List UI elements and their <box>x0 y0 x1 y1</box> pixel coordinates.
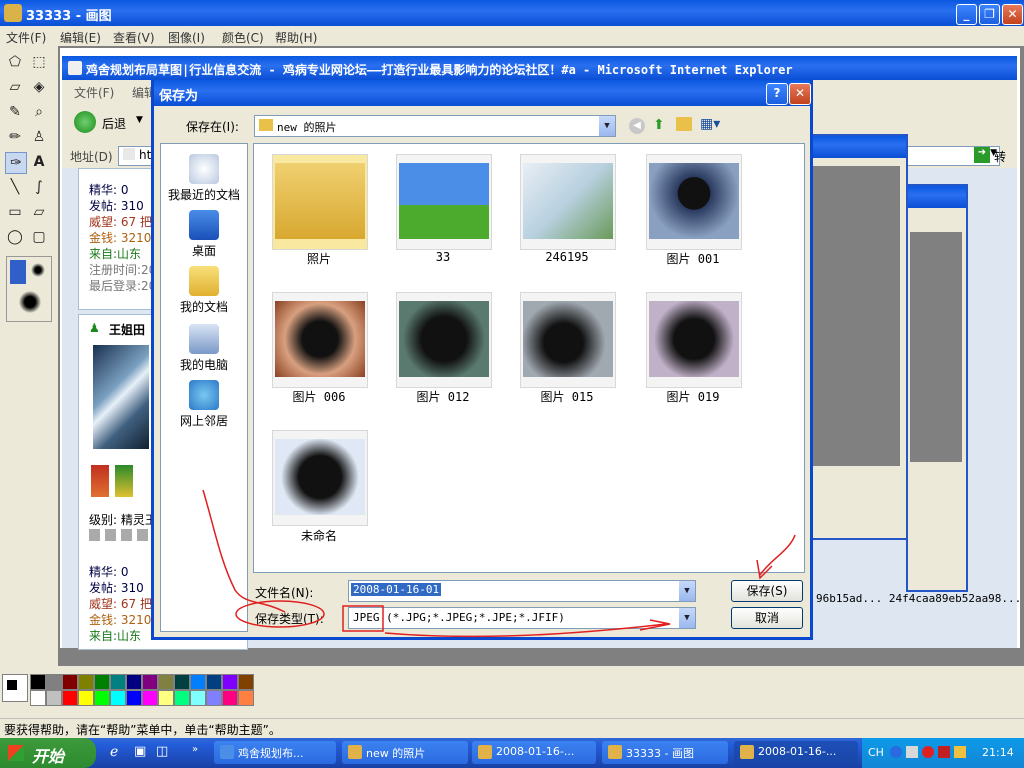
palette-swatch[interactable] <box>62 674 78 690</box>
palette-swatch[interactable] <box>78 690 94 706</box>
palette-swatch[interactable] <box>126 690 142 706</box>
palette-swatch[interactable] <box>206 674 222 690</box>
task-label: 33333 - 画图 <box>626 747 694 760</box>
task-label: 鸡舍规划布... <box>238 747 304 760</box>
palette-swatch[interactable] <box>110 690 126 706</box>
palette-swatch[interactable] <box>238 674 254 690</box>
palette-swatch[interactable] <box>30 674 46 690</box>
task-label: 2008-01-16-... <box>758 745 837 758</box>
paint-task-icon <box>478 745 492 759</box>
palette-swatch[interactable] <box>30 690 46 706</box>
palette-swatch[interactable] <box>78 674 94 690</box>
palette-swatch[interactable] <box>174 674 190 690</box>
start-label: 开始 <box>32 747 65 766</box>
network-icon[interactable] <box>906 746 918 758</box>
antivirus-icon[interactable] <box>938 746 950 758</box>
palette-swatch[interactable] <box>222 690 238 706</box>
current-colors[interactable] <box>2 674 28 702</box>
palette-swatch[interactable] <box>62 690 78 706</box>
tray-collapse-icon[interactable] <box>890 746 902 758</box>
palette-swatch[interactable] <box>190 674 206 690</box>
status-bar: 要获得帮助，请在“帮助”菜单中，单击“帮助主题”。 <box>0 718 1024 739</box>
palette-swatch[interactable] <box>238 690 254 706</box>
palette-swatch[interactable] <box>126 674 142 690</box>
clock: 21:14 <box>982 746 1014 759</box>
language-indicator[interactable]: CH <box>868 746 884 759</box>
palette-swatch[interactable] <box>158 674 174 690</box>
palette-swatch[interactable] <box>190 690 206 706</box>
palette-swatch[interactable] <box>46 690 62 706</box>
start-button[interactable]: 开始 <box>0 738 96 768</box>
task-paint-3[interactable]: 2008-01-16-... <box>734 741 858 764</box>
foreground-color <box>6 679 18 691</box>
user-tray-icon[interactable] <box>954 746 966 758</box>
palette-swatch[interactable] <box>174 690 190 706</box>
color-palette <box>0 668 1024 710</box>
palette-swatch[interactable] <box>142 674 158 690</box>
ie-quicklaunch-icon[interactable]: ℯ <box>110 744 118 760</box>
media-quicklaunch-icon[interactable]: ▣ <box>134 744 146 759</box>
task-label: 2008-01-16-... <box>496 745 575 758</box>
paint-task-icon <box>740 745 754 759</box>
task-label: new 的照片 <box>366 747 426 760</box>
palette-swatch[interactable] <box>94 674 110 690</box>
palette-swatch[interactable] <box>94 690 110 706</box>
folder-task-icon <box>348 745 362 759</box>
palette-swatch[interactable] <box>46 674 62 690</box>
desktop-quicklaunch-icon[interactable]: ◫ <box>156 744 168 759</box>
task-ie[interactable]: 鸡舍规划布... <box>214 741 336 764</box>
ie-task-icon <box>220 745 234 759</box>
quicklaunch-expand-icon[interactable]: » <box>192 744 198 755</box>
palette-swatch[interactable] <box>222 674 238 690</box>
paint-task-icon <box>608 745 622 759</box>
system-tray: CH 21:14 <box>862 738 1024 768</box>
palette-swatch[interactable] <box>206 690 222 706</box>
task-paint-1[interactable]: 2008-01-16-... <box>472 741 596 764</box>
palette-swatch[interactable] <box>142 690 158 706</box>
status-text: 要获得帮助，请在“帮助”菜单中，单击“帮助主题”。 <box>4 723 281 737</box>
palette-swatch[interactable] <box>158 690 174 706</box>
task-folder[interactable]: new 的照片 <box>342 741 468 764</box>
qq-icon[interactable] <box>922 746 934 758</box>
red-annotation-strokes <box>202 489 796 638</box>
windows-logo-icon <box>8 745 24 761</box>
palette-swatch[interactable] <box>110 674 126 690</box>
task-paint-2[interactable]: 33333 - 画图 <box>602 741 728 764</box>
